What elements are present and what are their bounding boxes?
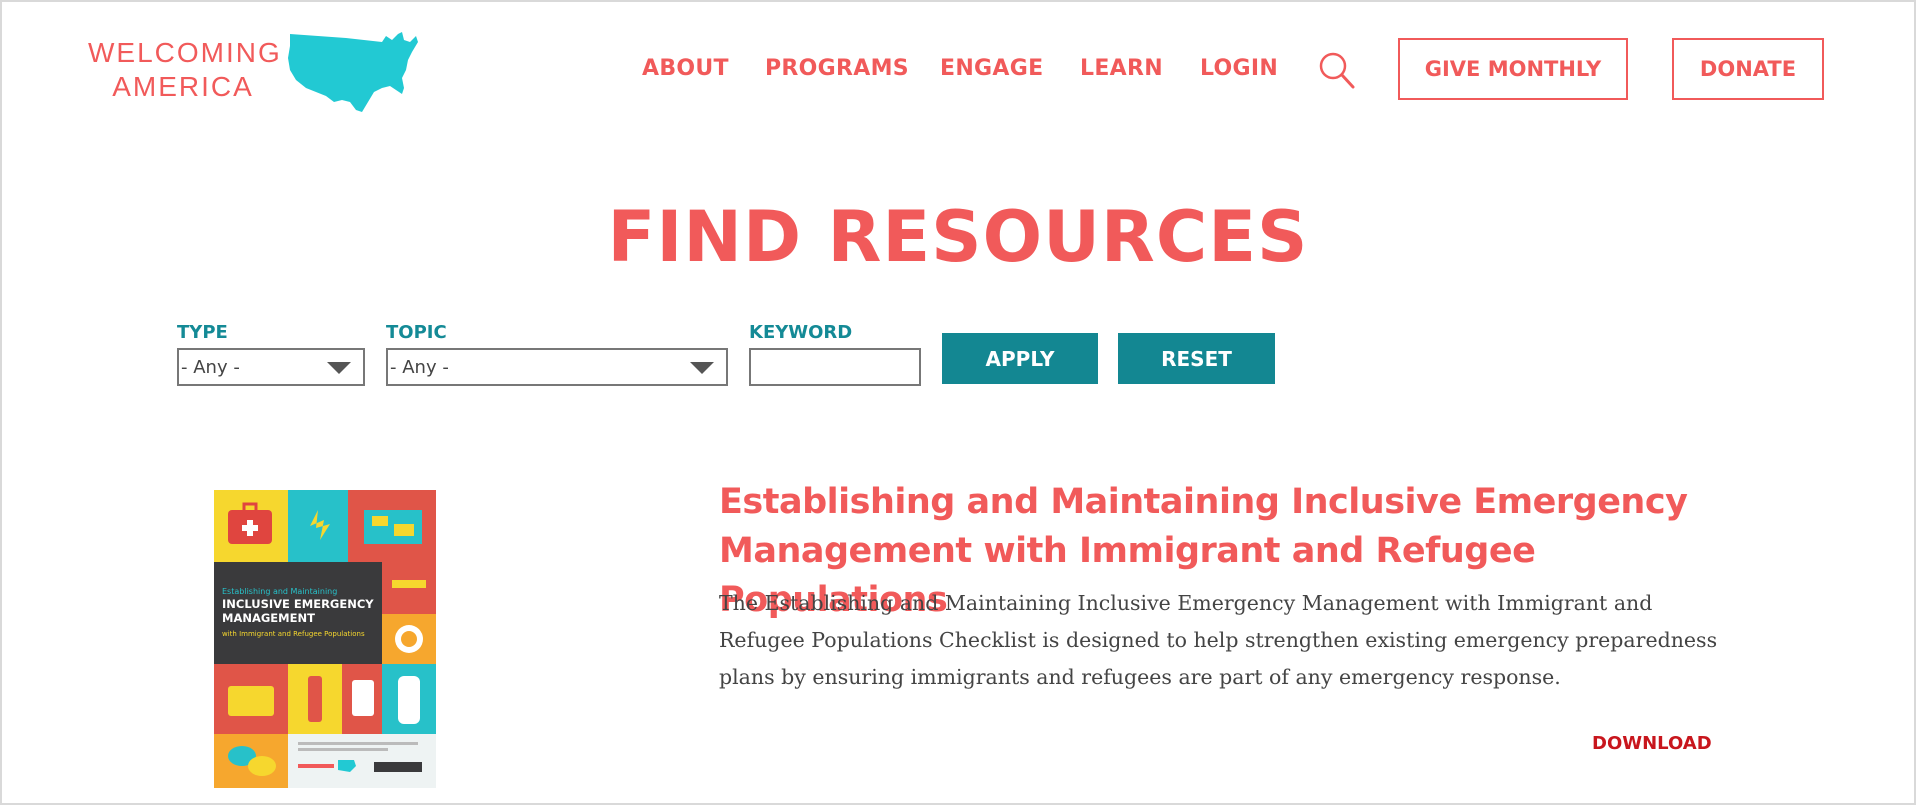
nav-item-learn[interactable]: LEARN	[1080, 56, 1163, 81]
resource-description: The Establishing and Maintaining Inclusi…	[719, 591, 1718, 689]
nav-login-link[interactable]: LOGIN	[1200, 56, 1278, 81]
nav-item-about[interactable]: ABOUT	[642, 56, 729, 81]
nav-item-programs[interactable]: PROGRAMS	[765, 56, 909, 81]
donate-button[interactable]: DONATE	[1672, 38, 1824, 100]
topic-filter-label: TOPIC	[386, 322, 447, 343]
usa-map-icon	[288, 32, 418, 112]
site-logo[interactable]: WELCOMING AMERICA	[88, 30, 428, 115]
cover-big-title-2: MANAGEMENT	[222, 611, 315, 625]
nav-learn-link[interactable]: LEARN	[1080, 56, 1163, 81]
type-select[interactable]: - Any -	[177, 348, 365, 386]
logo-line-1: WELCOMING	[88, 37, 282, 68]
type-filter-label: TYPE	[177, 322, 228, 343]
nav-item-login[interactable]: LOGIN	[1200, 56, 1278, 81]
logo-line-2: AMERICA	[112, 71, 254, 102]
type-select-value: - Any -	[181, 356, 240, 378]
chevron-down-icon	[327, 362, 351, 374]
nav-about-link[interactable]: ABOUT	[642, 56, 729, 81]
keyword-input[interactable]	[749, 348, 921, 386]
cover-subtitle: with Immigrant and Refugee Populations	[222, 630, 365, 638]
chevron-down-icon	[690, 362, 714, 374]
give-monthly-button[interactable]: GIVE MONTHLY	[1398, 38, 1628, 100]
keyword-filter-label: KEYWORD	[749, 322, 853, 343]
nav-programs-link[interactable]: PROGRAMS	[765, 56, 909, 81]
nav-engage-link[interactable]: ENGAGE	[940, 56, 1043, 81]
topic-select-value: - Any -	[390, 356, 449, 378]
reset-button[interactable]: RESET	[1118, 333, 1275, 384]
cover-small-title: Establishing and Maintaining	[222, 587, 337, 596]
resource-cover-image[interactable]: Establishing and Maintaining INCLUSIVE E…	[214, 490, 436, 788]
apply-button[interactable]: APPLY	[942, 333, 1098, 384]
logo-text: WELCOMING AMERICA	[88, 36, 282, 104]
topic-select[interactable]: - Any -	[386, 348, 728, 386]
search-icon[interactable]	[1318, 50, 1356, 90]
nav-item-engage[interactable]: ENGAGE	[940, 56, 1043, 81]
page-title: FIND RESOURCES	[607, 196, 1309, 278]
download-link[interactable]: DOWNLOAD	[1592, 733, 1712, 754]
cover-big-title-1: INCLUSIVE EMERGENCY	[222, 597, 374, 611]
